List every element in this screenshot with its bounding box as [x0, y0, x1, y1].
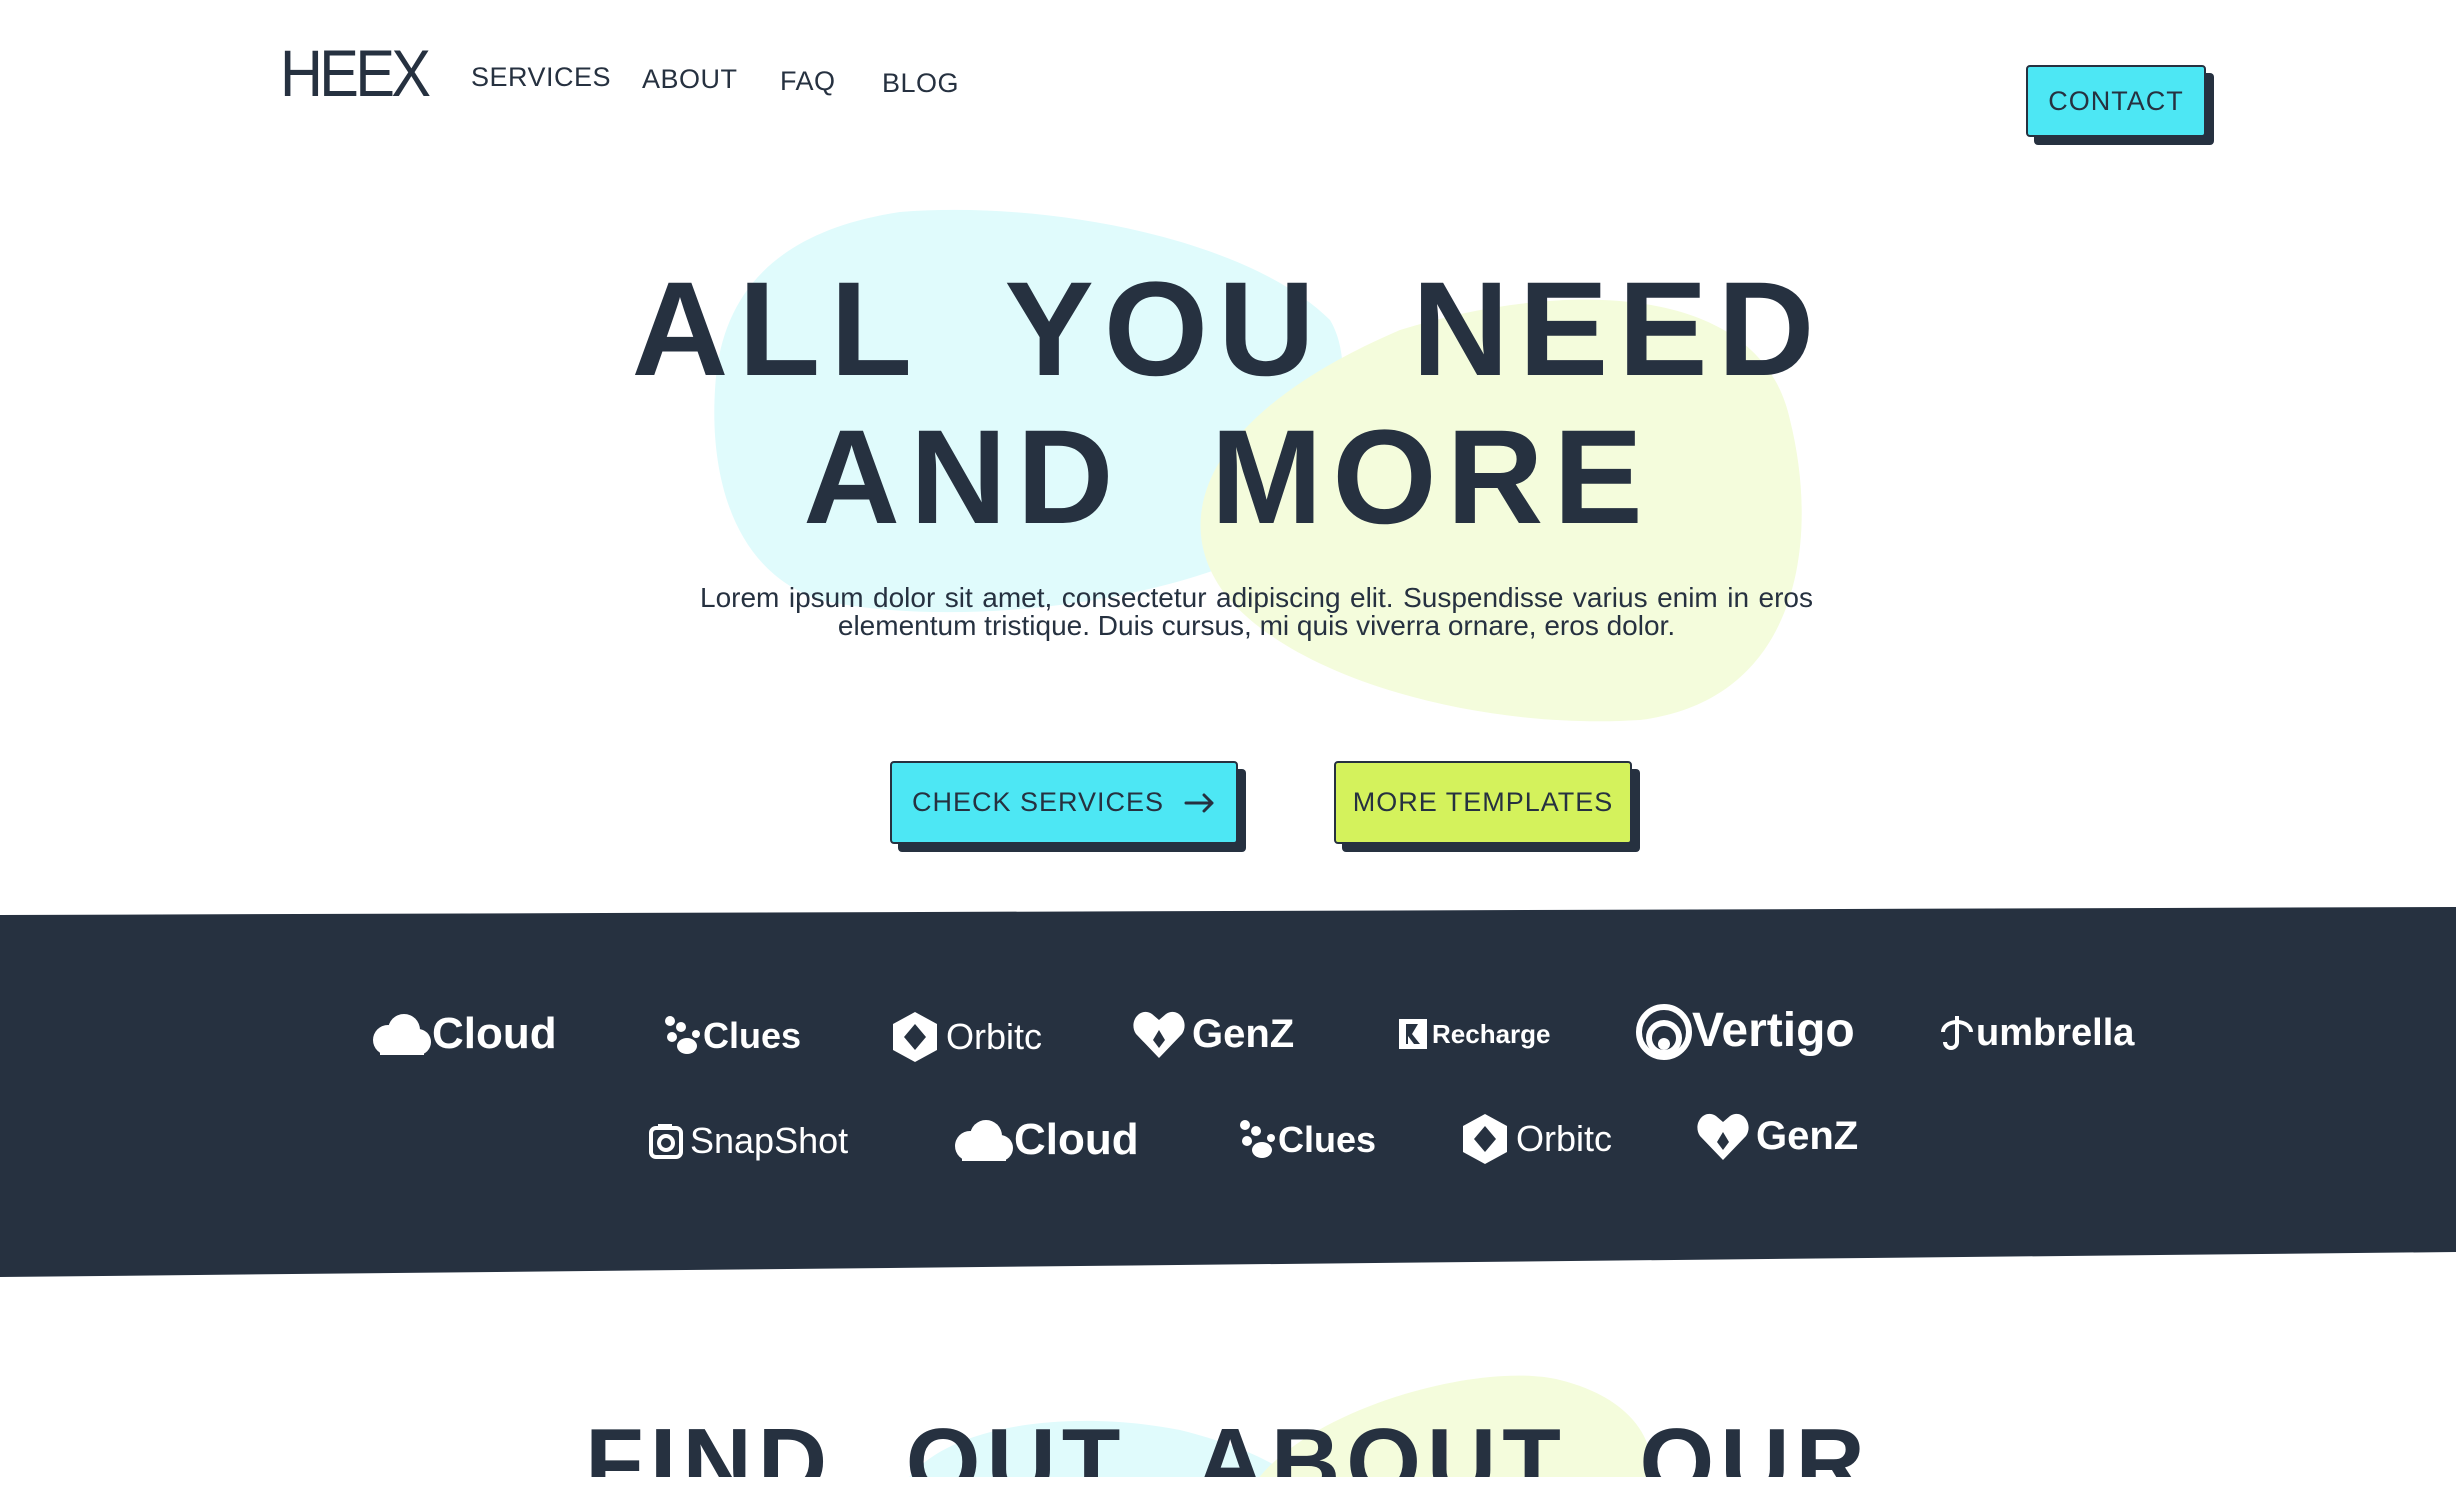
- logo-genz: GenZ: [1132, 1008, 1294, 1060]
- cloud-icon: [373, 1014, 431, 1055]
- logo-cloud-2: Cloud: [952, 1118, 1139, 1162]
- logo-cloud-text: Cloud: [432, 1009, 557, 1058]
- logo-clues-2: Clues: [1238, 1118, 1376, 1162]
- logo-orbitc-2-text: Orbitc: [1516, 1118, 1613, 1159]
- paw-icon: [1240, 1120, 1275, 1158]
- logo-clues: Clues: [663, 1014, 801, 1058]
- logo-vertigo-text: Vertigo: [1692, 1004, 1855, 1057]
- logo-genz-2: GenZ: [1696, 1110, 1858, 1162]
- section-heading-wrapper: FIND OUT ABOUT OUR: [0, 1350, 2456, 1477]
- paw-icon: [665, 1016, 700, 1054]
- hexagon-icon: [893, 1012, 937, 1062]
- section-heading: FIND OUT ABOUT OUR: [585, 1409, 1871, 1478]
- recharge-icon: [1399, 1019, 1427, 1049]
- logo-orbitc: Orbitc: [890, 1010, 1042, 1064]
- spiral-icon: [1636, 1004, 1692, 1060]
- logo-orbitc-2: Orbitc: [1460, 1112, 1612, 1166]
- umbrella-icon: [1941, 1016, 1973, 1050]
- logo-clues-text: Clues: [703, 1015, 802, 1056]
- logo-genz-2-text: GenZ: [1756, 1114, 1859, 1158]
- logo-vertigo: Vertigo: [1636, 1000, 1855, 1062]
- heart-icon: [1697, 1113, 1749, 1160]
- logo-clues-2-text: Clues: [1278, 1119, 1377, 1160]
- logo-recharge: Recharge: [1398, 1018, 1551, 1050]
- logo-genz-text: GenZ: [1192, 1012, 1295, 1056]
- logo-snapshot: SnapShot: [648, 1122, 848, 1160]
- hexagon-icon: [1463, 1114, 1507, 1164]
- logo-orbitc-text: Orbitc: [946, 1016, 1043, 1057]
- cloud-icon: [955, 1120, 1013, 1161]
- logo-snapshot-text: SnapShot: [690, 1120, 849, 1161]
- logo-cloud: Cloud: [370, 1012, 557, 1056]
- logo-recharge-text: Recharge: [1432, 1019, 1551, 1049]
- logo-umbrella-text: umbrella: [1976, 1012, 2135, 1054]
- logo-umbrella: umbrella: [1940, 1012, 2134, 1054]
- heart-icon: [1133, 1011, 1185, 1058]
- logo-cloud-2-text: Cloud: [1014, 1115, 1139, 1164]
- camera-icon: [649, 1124, 683, 1159]
- logo-band-background: [0, 907, 2456, 1277]
